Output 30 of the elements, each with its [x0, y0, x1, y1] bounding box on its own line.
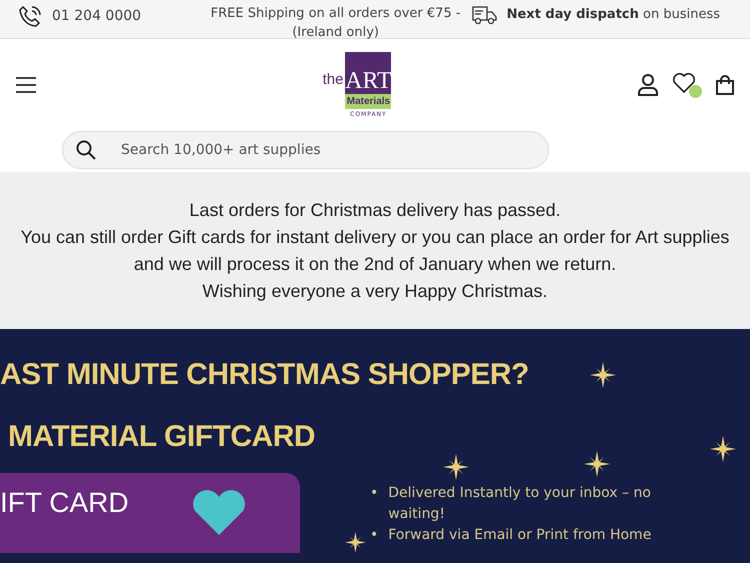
bullet-mark: • [370, 484, 378, 503]
wishlist-button[interactable] [672, 72, 702, 98]
dispatch-notice: Next day dispatch on business [506, 6, 720, 22]
card-label: IFT CARD [0, 487, 129, 520]
sparkle-icon [584, 451, 610, 477]
notice-text: Last orders for Christmas delivery has passed. [189, 198, 561, 222]
notice-text: Wishing everyone a very Happy Christmas. [202, 280, 548, 303]
bullet-text: Delivered Instantly to your inbox – no waiting! [388, 484, 652, 524]
sparkle-icon [345, 532, 366, 553]
logo-text: Materials [345, 94, 392, 109]
cart-button[interactable] [716, 75, 734, 95]
account-button[interactable] [638, 74, 658, 96]
bullet-text: Forward via Email or Print from Home [388, 526, 652, 545]
logo-text: ART [345, 68, 392, 94]
status-dot [688, 85, 702, 98]
bullet-mark: • [370, 526, 378, 545]
search-field[interactable]: Search 10,000+ art supplies [62, 131, 549, 169]
sparkle-icon [710, 436, 736, 462]
banner-headline: MATERIAL GIFTCARD [8, 419, 316, 455]
search-icon [76, 140, 96, 160]
phone-number[interactable]: 01 204 0000 [52, 4, 142, 24]
logo-text: the [322, 71, 344, 88]
truck-icon [470, 4, 497, 26]
sparkle-icon [443, 454, 469, 480]
banner-headline: AST MINUTE CHRISTMAS SHOPPER? [0, 357, 529, 393]
shipping-notice: FREE Shipping on all orders over €75 - (Ireland only) [210, 5, 461, 42]
phone-icon [18, 4, 42, 30]
sparkle-icon [590, 362, 616, 388]
menu-button[interactable] [16, 77, 36, 93]
notice-text: You can still order Gift cards for instant delivery or you can place an order for Art supplies and we will process it on the 2nd of January when we return. [20, 226, 730, 276]
